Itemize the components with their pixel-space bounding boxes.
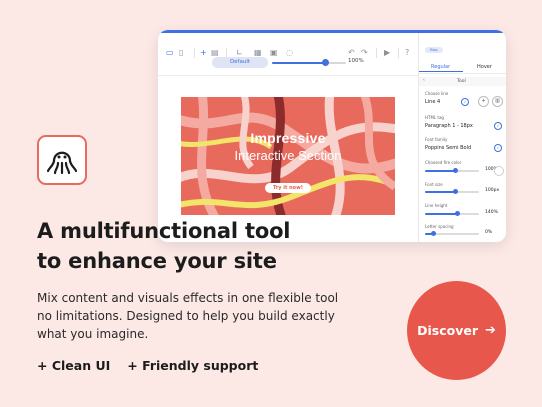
- settings-panel: Bloc Regular Hover ‹ Tool Choose line Li…: [418, 33, 506, 242]
- preview-canvas[interactable]: Impressive Interactive Section Try it no…: [181, 97, 395, 215]
- line-height-value: 140%: [485, 210, 498, 215]
- mobile-view-icon[interactable]: ▯: [179, 49, 183, 57]
- zoom-value: 100%: [348, 58, 364, 64]
- headline-line-1: A multifunctional tool: [37, 219, 291, 243]
- letter-spacing-slider[interactable]: [425, 231, 479, 236]
- letter-spacing-value: 0%: [485, 230, 493, 235]
- toolbar-divider: [194, 48, 195, 58]
- arrow-right-icon: ➔: [484, 323, 496, 338]
- tool-header: ‹ Tool: [419, 77, 506, 86]
- choose-line-label: Choose line: [425, 91, 449, 96]
- redo-icon[interactable]: ↷: [361, 49, 368, 57]
- body-line-2: no limitations. Designed to help you bui…: [37, 309, 335, 323]
- font-family-label: Font family: [425, 137, 448, 142]
- hidden-icon[interactable]: ◌: [286, 49, 293, 57]
- frame-icon[interactable]: ▣: [270, 49, 278, 57]
- slider-fill: [425, 170, 455, 172]
- letter-spacing-label: Letter spacing: [425, 224, 454, 229]
- active-tab-indicator: [419, 71, 463, 72]
- bloc-badge: Bloc: [425, 47, 443, 53]
- delete-line-button[interactable]: ▥: [492, 96, 503, 107]
- slider-fill: [425, 213, 458, 215]
- check-icon[interactable]: ✓: [494, 122, 502, 130]
- line-height-label: Line height: [425, 203, 448, 208]
- headline: A multifunctional tool to enhance your s…: [37, 216, 357, 276]
- discover-button[interactable]: Discover ➔: [407, 281, 506, 380]
- body-line-1: Mix content and visuals effects in one f…: [37, 291, 339, 305]
- body-copy: Mix content and visuals effects in one f…: [37, 289, 382, 343]
- font-size-label: Font size: [425, 182, 443, 187]
- play-icon[interactable]: ▶: [384, 49, 390, 57]
- feature-clean-ui: + Clean UI: [37, 358, 111, 373]
- check-icon[interactable]: ✓: [494, 144, 502, 152]
- canvas-subtitle: Interactive Section: [234, 148, 342, 163]
- toolbar-divider: [398, 48, 399, 58]
- slider-thumb[interactable]: [452, 168, 458, 173]
- check-icon[interactable]: ✓: [461, 98, 469, 106]
- help-icon[interactable]: ?: [405, 49, 409, 57]
- chevron-left-icon[interactable]: ‹: [423, 78, 425, 83]
- html-tag-value[interactable]: Paragraph 1 - 18px: [425, 123, 473, 129]
- octopus-logo-illustration: [46, 151, 78, 175]
- feature-friendly-support: + Friendly support: [127, 358, 259, 373]
- tool-header-title: Tool: [457, 78, 466, 84]
- font-size-slider[interactable]: [425, 189, 479, 194]
- body-line-3: what you imagine.: [37, 327, 149, 341]
- try-it-now-button[interactable]: Try it now!: [265, 183, 311, 193]
- tab-hover[interactable]: Hover: [477, 64, 492, 70]
- add-icon[interactable]: +: [200, 49, 207, 57]
- zoom-slider-fill: [272, 62, 326, 64]
- desktop-view-icon[interactable]: ▭: [166, 49, 174, 57]
- slider-thumb[interactable]: [452, 189, 458, 194]
- tab-regular[interactable]: Regular: [431, 64, 450, 70]
- font-color-label: Choosed fire color: [425, 160, 462, 165]
- slider-thumb[interactable]: [455, 211, 461, 216]
- font-color-slider[interactable]: [425, 168, 479, 173]
- html-tag-label: HTML tag: [425, 115, 444, 120]
- slider-thumb[interactable]: [431, 231, 437, 236]
- ruler-icon[interactable]: ∟: [236, 49, 243, 57]
- canvas-title: Impressive: [250, 130, 326, 146]
- editor-toolbar: ▭ ▯ + ▤ ∟ ▦ ▣ ◌ ↶ ↷ ▶ ?: [158, 33, 418, 76]
- zoom-slider[interactable]: [272, 59, 346, 66]
- editor-window: ▭ ▯ + ▤ ∟ ▦ ▣ ◌ ↶ ↷ ▶ ? Default 100% Imp…: [158, 30, 506, 242]
- state-tabs: Regular Hover: [419, 61, 506, 74]
- toolbar-divider: [376, 48, 377, 58]
- layers-icon[interactable]: ▤: [211, 49, 219, 57]
- grid-icon[interactable]: ▦: [254, 49, 262, 57]
- slider-fill: [425, 191, 455, 193]
- font-family-value[interactable]: Poppins Semi Bold: [425, 145, 471, 151]
- undo-icon[interactable]: ↶: [348, 49, 355, 57]
- feature-list: + Clean UI + Friendly support: [37, 358, 275, 373]
- headline-line-2: to enhance your site: [37, 249, 277, 273]
- octopus-icon: [37, 135, 87, 185]
- zoom-preset-select[interactable]: Default: [212, 57, 268, 68]
- color-swatch[interactable]: [494, 166, 504, 176]
- discover-label: Discover: [417, 323, 478, 338]
- add-line-button[interactable]: +: [478, 96, 489, 107]
- font-size-value: 100px: [485, 188, 500, 193]
- choose-line-value[interactable]: Line 4: [425, 99, 440, 105]
- line-height-slider[interactable]: [425, 211, 479, 216]
